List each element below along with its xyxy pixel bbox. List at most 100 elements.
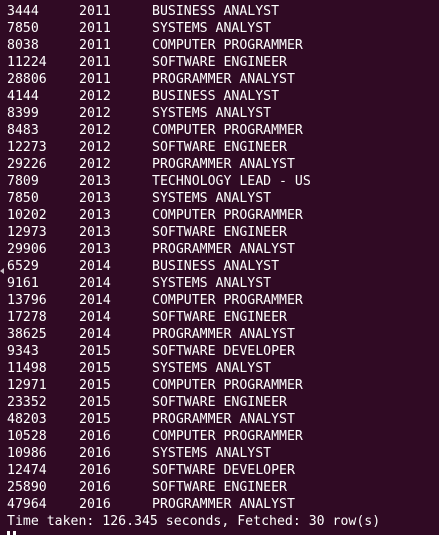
row-job-title: SYSTEMS ANALYST bbox=[152, 276, 272, 291]
result-row: 48203 2015 PROGRAMMER ANALYST bbox=[7, 411, 439, 428]
result-row: 38625 2014 PROGRAMMER ANALYST bbox=[7, 326, 439, 343]
row-year: 2011 bbox=[79, 21, 111, 36]
row-year: 2016 bbox=[79, 446, 111, 461]
row-year: 2012 bbox=[79, 106, 111, 121]
row-count: 6529 bbox=[7, 259, 39, 274]
result-row: 4144 2012 BUSINESS ANALYST bbox=[7, 88, 439, 105]
row-year: 2012 bbox=[79, 123, 111, 138]
result-row: 11224 2011 SOFTWARE ENGINEER bbox=[7, 54, 439, 71]
result-row: 7809 2013 TECHNOLOGY LEAD - US bbox=[7, 173, 439, 190]
row-count: 8399 bbox=[7, 106, 39, 121]
row-year: 2011 bbox=[79, 4, 111, 19]
row-year: 2015 bbox=[79, 344, 111, 359]
row-job-title: SYSTEMS ANALYST bbox=[152, 21, 272, 36]
result-row: 8483 2012 COMPUTER PROGRAMMER bbox=[7, 122, 439, 139]
row-count: 12273 bbox=[7, 140, 47, 155]
row-count: 7850 bbox=[7, 21, 39, 36]
row-year: 2015 bbox=[79, 378, 111, 393]
result-row: 29226 2012 PROGRAMMER ANALYST bbox=[7, 156, 439, 173]
result-row: 12474 2016 SOFTWARE DEVELOPER bbox=[7, 462, 439, 479]
row-job-title: BUSINESS ANALYST bbox=[152, 89, 280, 104]
row-job-title: SYSTEMS ANALYST bbox=[152, 361, 272, 376]
result-row: 10986 2016 SYSTEMS ANALYST bbox=[7, 445, 439, 462]
result-row: 8038 2011 COMPUTER PROGRAMMER bbox=[7, 37, 439, 54]
row-job-title: PROGRAMMER ANALYST bbox=[152, 327, 295, 342]
row-count: 25890 bbox=[7, 480, 47, 495]
query-footer: Time taken: 126.345 seconds, Fetched: 30… bbox=[7, 514, 381, 529]
row-job-title: PROGRAMMER ANALYST bbox=[152, 157, 295, 172]
row-count: 47964 bbox=[7, 497, 47, 512]
row-year: 2016 bbox=[79, 463, 111, 478]
row-job-title: SOFTWARE ENGINEER bbox=[152, 140, 287, 155]
row-year: 2013 bbox=[79, 191, 111, 206]
row-year: 2014 bbox=[79, 327, 111, 342]
row-count: 10528 bbox=[7, 429, 47, 444]
row-count: 17278 bbox=[7, 310, 47, 325]
row-year: 2012 bbox=[79, 89, 111, 104]
row-job-title: SOFTWARE ENGINEER bbox=[152, 310, 287, 325]
row-job-title: PROGRAMMER ANALYST bbox=[152, 242, 295, 257]
prompt-cursor-tail bbox=[13, 531, 16, 535]
row-year: 2016 bbox=[79, 497, 111, 512]
row-job-title: SOFTWARE DEVELOPER bbox=[152, 463, 295, 478]
row-count: 4144 bbox=[7, 89, 39, 104]
row-year: 2014 bbox=[79, 259, 111, 274]
row-job-title: PROGRAMMER ANALYST bbox=[152, 412, 295, 427]
result-row: 12971 2015 COMPUTER PROGRAMMER bbox=[7, 377, 439, 394]
row-job-title: COMPUTER PROGRAMMER bbox=[152, 123, 303, 138]
row-job-title: SYSTEMS ANALYST bbox=[152, 106, 272, 121]
row-year: 2012 bbox=[79, 157, 111, 172]
row-job-title: SYSTEMS ANALYST bbox=[152, 446, 272, 461]
row-count: 8038 bbox=[7, 38, 39, 53]
row-count: 28806 bbox=[7, 72, 47, 87]
row-job-title: COMPUTER PROGRAMMER bbox=[152, 208, 303, 223]
result-row: 7850 2013 SYSTEMS ANALYST bbox=[7, 190, 439, 207]
result-row: 10528 2016 COMPUTER PROGRAMMER bbox=[7, 428, 439, 445]
scroll-marker-icon bbox=[0, 268, 4, 274]
result-row: 10202 2013 COMPUTER PROGRAMMER bbox=[7, 207, 439, 224]
result-row: 47964 2016 PROGRAMMER ANALYST bbox=[7, 496, 439, 513]
result-row: 7850 2011 SYSTEMS ANALYST bbox=[7, 20, 439, 37]
row-job-title: SYSTEMS ANALYST bbox=[152, 191, 272, 206]
row-year: 2011 bbox=[79, 38, 111, 53]
row-job-title: PROGRAMMER ANALYST bbox=[152, 497, 295, 512]
row-job-title: COMPUTER PROGRAMMER bbox=[152, 38, 303, 53]
row-job-title: TECHNOLOGY LEAD - US bbox=[152, 174, 311, 189]
row-year: 2011 bbox=[79, 55, 111, 70]
row-count: 13796 bbox=[7, 293, 47, 308]
row-year: 2014 bbox=[79, 310, 111, 325]
row-count: 23352 bbox=[7, 395, 47, 410]
row-count: 48203 bbox=[7, 412, 47, 427]
row-year: 2014 bbox=[79, 276, 111, 291]
row-year: 2013 bbox=[79, 174, 111, 189]
row-count: 9343 bbox=[7, 344, 39, 359]
terminal-window[interactable]: 3444 2011 BUSINESS ANALYST 7850 2011 SYSTEMS … bbox=[0, 0, 439, 535]
result-row: 13796 2014 COMPUTER PROGRAMMER bbox=[7, 292, 439, 309]
row-year: 2013 bbox=[79, 242, 111, 257]
row-count: 38625 bbox=[7, 327, 47, 342]
result-row: 9343 2015 SOFTWARE DEVELOPER bbox=[7, 343, 439, 360]
prompt-cursor bbox=[7, 531, 10, 535]
row-job-title: SOFTWARE ENGINEER bbox=[152, 395, 287, 410]
row-count: 7850 bbox=[7, 191, 39, 206]
row-count: 9161 bbox=[7, 276, 39, 291]
result-row: 25890 2016 SOFTWARE ENGINEER bbox=[7, 479, 439, 496]
result-row: 8399 2012 SYSTEMS ANALYST bbox=[7, 105, 439, 122]
row-year: 2011 bbox=[79, 72, 111, 87]
row-count: 12973 bbox=[7, 225, 47, 240]
row-count: 10202 bbox=[7, 208, 47, 223]
row-job-title: BUSINESS ANALYST bbox=[152, 4, 280, 19]
row-job-title: BUSINESS ANALYST bbox=[152, 259, 280, 274]
row-job-title: COMPUTER PROGRAMMER bbox=[152, 429, 303, 444]
row-job-title: SOFTWARE ENGINEER bbox=[152, 225, 287, 240]
result-row: 17278 2014 SOFTWARE ENGINEER bbox=[7, 309, 439, 326]
row-year: 2016 bbox=[79, 429, 111, 444]
row-count: 10986 bbox=[7, 446, 47, 461]
row-count: 11498 bbox=[7, 361, 47, 376]
row-count: 29906 bbox=[7, 242, 47, 257]
result-row: 6529 2014 BUSINESS ANALYST bbox=[7, 258, 439, 275]
row-job-title: SOFTWARE ENGINEER bbox=[152, 480, 287, 495]
result-row: 3444 2011 BUSINESS ANALYST bbox=[7, 3, 439, 20]
result-row: 11498 2015 SYSTEMS ANALYST bbox=[7, 360, 439, 377]
row-job-title: COMPUTER PROGRAMMER bbox=[152, 378, 303, 393]
